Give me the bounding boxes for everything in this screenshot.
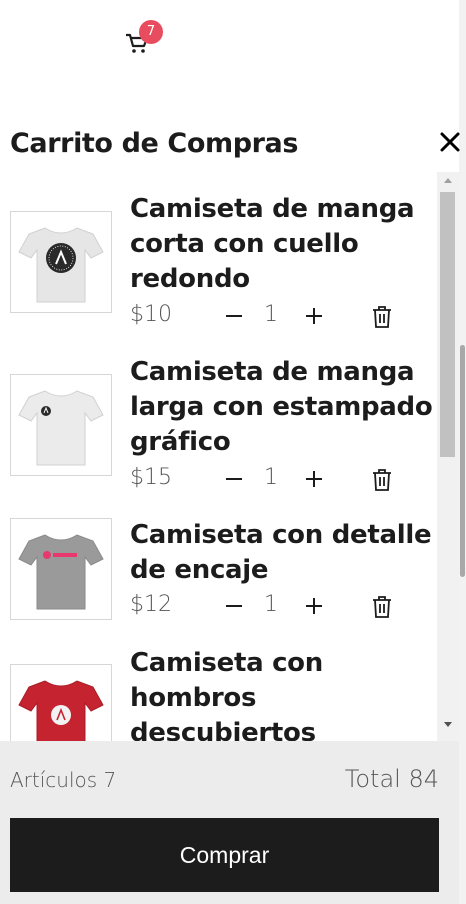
checkout-button[interactable]: Comprar: [10, 818, 439, 892]
drawer-title: Carrito de Compras: [10, 128, 299, 159]
item-title: Camiseta de manga larga con estampado gr…: [130, 357, 433, 457]
minus-icon: [226, 478, 242, 480]
quantity-stepper: 1: [222, 592, 332, 620]
product-image[interactable]: [10, 374, 112, 476]
decrease-quantity-button[interactable]: [222, 592, 246, 620]
increase-quantity-button[interactable]: [302, 302, 326, 330]
items-count: Artículos 7: [10, 768, 117, 792]
close-button[interactable]: [438, 130, 466, 158]
scroll-up-arrow-icon[interactable]: [443, 176, 453, 184]
trash-icon: [373, 469, 391, 491]
quantity-stepper: 1: [222, 302, 332, 330]
decrease-quantity-button[interactable]: [222, 302, 246, 330]
quantity-value: 1: [264, 465, 278, 490]
cart-count-badge: 7: [139, 20, 163, 44]
product-image[interactable]: [10, 211, 112, 313]
scroll-down-arrow-icon[interactable]: [443, 721, 453, 729]
increase-quantity-button[interactable]: [302, 465, 326, 493]
cart-total: Total 84: [344, 765, 439, 793]
close-icon: [440, 132, 460, 152]
cart-item-list[interactable]: Camiseta de manga corta con cuello redon…: [0, 172, 437, 741]
minus-icon: [226, 605, 242, 607]
plus-icon: [306, 308, 322, 324]
minus-icon: [226, 315, 242, 317]
decrease-quantity-button[interactable]: [222, 465, 246, 493]
quantity-value: 1: [264, 592, 278, 617]
remove-item-button[interactable]: [371, 468, 393, 492]
product-image[interactable]: [10, 664, 112, 741]
item-price: $12: [130, 592, 172, 617]
plus-icon: [306, 471, 322, 487]
plus-icon: [306, 598, 322, 614]
increase-quantity-button[interactable]: [302, 592, 326, 620]
page-scrollbar-thumb[interactable]: [460, 345, 465, 577]
remove-item-button[interactable]: [371, 305, 393, 329]
item-title: Camiseta de manga corta con cuello redon…: [130, 194, 415, 294]
item-price: $10: [130, 302, 172, 327]
product-image[interactable]: [10, 518, 112, 620]
remove-item-button[interactable]: [371, 595, 393, 619]
item-title: Camiseta con hombros descubiertos: [130, 648, 323, 741]
item-title: Camiseta con detalle de encaje: [130, 520, 432, 585]
trash-icon: [373, 306, 391, 328]
trash-icon: [373, 596, 391, 618]
cart-footer: Artículos 7 Total 84 Comprar: [0, 741, 459, 904]
cart-list-scrollbar-thumb[interactable]: [440, 192, 455, 457]
item-price: $15: [130, 465, 172, 490]
cart-list-scrollbar[interactable]: [437, 172, 459, 741]
quantity-stepper: 1: [222, 465, 332, 493]
quantity-value: 1: [264, 302, 278, 327]
